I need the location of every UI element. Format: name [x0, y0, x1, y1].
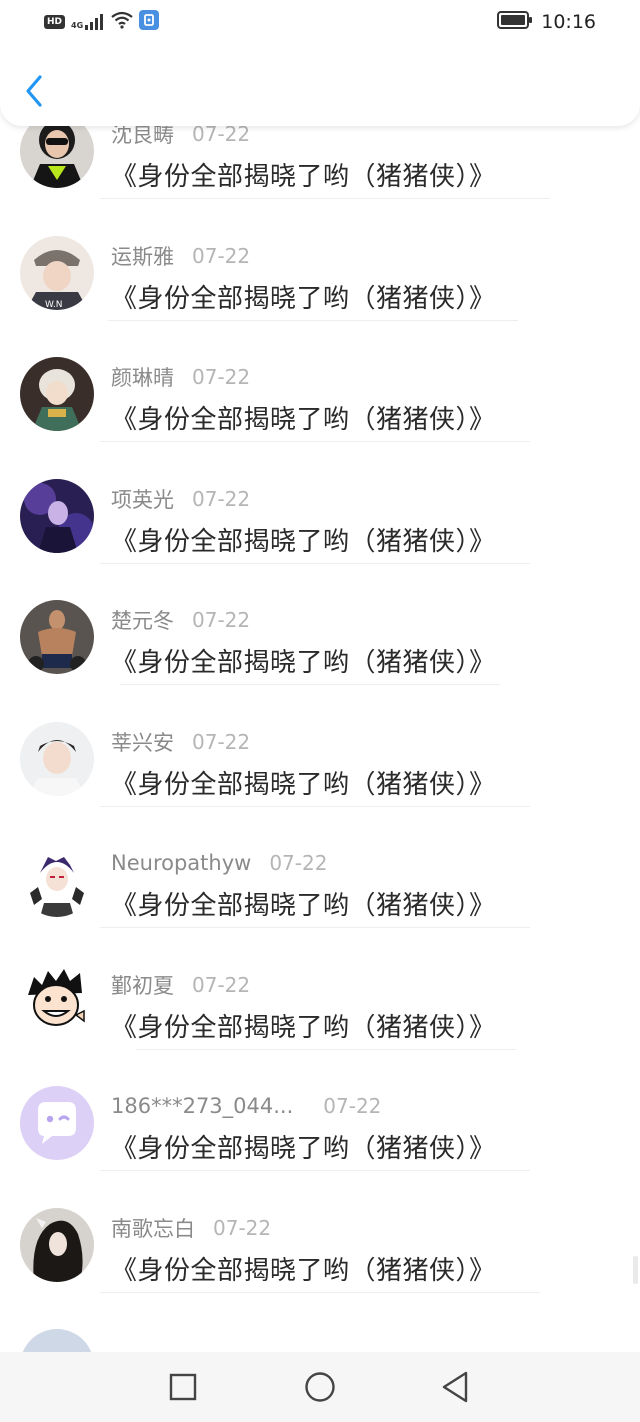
- list-item[interactable]: [0, 1293, 640, 1352]
- username[interactable]: 鄞初夏: [111, 970, 174, 1000]
- avatar[interactable]: [20, 964, 94, 1039]
- avatar[interactable]: [20, 1329, 94, 1352]
- message-text: 《身份全部揭晓了哟（猪猪侠）》: [111, 648, 496, 678]
- list-item[interactable]: Neuropathyw 07-22 《身份全部揭晓了哟（猪猪侠）》: [0, 807, 640, 929]
- wifi-icon: [111, 11, 133, 33]
- battery-icon: [497, 10, 533, 34]
- list-item[interactable]: 颜琳晴 07-22 《身份全部揭晓了哟（猪猪侠）》: [0, 321, 640, 443]
- meta-line: Neuropathyw 07-22: [111, 849, 327, 877]
- comment-list-inner: 沈良畴 07-22 《身份全部揭晓了哟（猪猪侠）》 W.N 运斯雅 07-22 …: [0, 126, 640, 1352]
- meta-line: 莘兴安 07-22: [111, 728, 250, 756]
- date: 07-22: [192, 126, 251, 146]
- list-item[interactable]: W.N 运斯雅 07-22 《身份全部揭晓了哟（猪猪侠）》: [0, 200, 640, 322]
- message-text: 《身份全部揭晓了哟（猪猪侠）》: [111, 769, 496, 800]
- list-item[interactable]: 186***273_044... 07-22 《身份全部揭晓了哟（猪猪侠）》: [0, 1050, 640, 1172]
- username[interactable]: 颜琳晴: [111, 362, 174, 392]
- message-text: 《身份全部揭晓了哟（猪猪侠）》: [111, 1012, 496, 1043]
- meta-line: 186***273_044... 07-22: [111, 1092, 381, 1120]
- meta-line: 颜琳晴 07-22: [111, 363, 250, 391]
- message-text: 《身份全部揭晓了哟（猪猪侠）》: [111, 283, 496, 314]
- message-text: 《身份全部揭晓了哟（猪猪侠）》: [111, 891, 496, 921]
- meta-line: 沈良畴 07-22: [111, 126, 250, 148]
- message-text: 《身份全部揭晓了哟（猪猪侠）》: [111, 1134, 496, 1164]
- date: 07-22: [323, 1094, 382, 1118]
- date: 07-22: [192, 972, 251, 997]
- avatar[interactable]: W.N: [20, 235, 94, 310]
- message-text: 《身份全部揭晓了哟（猪猪侠）》: [111, 1255, 496, 1286]
- list-item[interactable]: 南歌忘白 07-22 《身份全部揭晓了哟（猪猪侠）》: [0, 1172, 640, 1294]
- username[interactable]: 南歌忘白: [111, 1213, 195, 1243]
- date: 07-22: [192, 365, 251, 389]
- network-type-label: 4G: [71, 21, 84, 30]
- avatar[interactable]: [20, 478, 94, 553]
- home-icon: [305, 1372, 335, 1402]
- status-right: 10:16: [497, 9, 596, 35]
- date: 07-22: [213, 1215, 272, 1240]
- avatar[interactable]: [20, 1086, 94, 1160]
- date: 07-22: [192, 608, 251, 632]
- username[interactable]: 楚元冬: [111, 605, 174, 635]
- avatar[interactable]: [20, 600, 94, 674]
- meta-line: 楚元冬 07-22: [111, 606, 250, 634]
- date: 07-22: [192, 486, 251, 511]
- username[interactable]: 186***273_044...: [111, 1094, 293, 1118]
- avatar[interactable]: [20, 843, 94, 917]
- avatar[interactable]: [20, 126, 94, 188]
- status-time: 10:16: [541, 11, 596, 33]
- meta-line: 南歌忘白 07-22: [111, 1214, 271, 1242]
- home-button[interactable]: [300, 1368, 340, 1406]
- svg-text:W.N: W.N: [45, 300, 62, 310]
- meta-line: 鄞初夏 07-22: [111, 971, 250, 999]
- message-text: 《身份全部揭晓了哟（猪猪侠）》: [111, 405, 496, 435]
- signal-icon: 4G: [71, 14, 105, 30]
- back-triangle-icon: [442, 1371, 468, 1403]
- avatar[interactable]: [20, 357, 94, 431]
- back-button[interactable]: [18, 70, 52, 112]
- scrollbar-thumb[interactable]: [633, 1256, 638, 1284]
- list-item[interactable]: 鄞初夏 07-22 《身份全部揭晓了哟（猪猪侠）》: [0, 929, 640, 1051]
- date: 07-22: [269, 851, 328, 875]
- comment-list[interactable]: 沈良畴 07-22 《身份全部揭晓了哟（猪猪侠）》 W.N 运斯雅 07-22 …: [0, 126, 640, 1352]
- meta-line: 项英光 07-22: [111, 485, 250, 513]
- navigation-bar: [0, 1352, 640, 1422]
- meta-line: 运斯雅 07-22: [111, 242, 250, 270]
- screen: 沈良畴 07-22 《身份全部揭晓了哟（猪猪侠）》 W.N 运斯雅 07-22 …: [0, 0, 640, 1422]
- avatar[interactable]: [20, 1207, 94, 1282]
- status-bar: HD 4G 10:16: [0, 0, 640, 44]
- header: HD 4G 10:16: [0, 0, 640, 126]
- username[interactable]: 莘兴安: [111, 727, 174, 757]
- list-item[interactable]: 楚元冬 07-22 《身份全部揭晓了哟（猪猪侠）》: [0, 564, 640, 686]
- chevron-left-icon: [26, 75, 42, 107]
- list-item[interactable]: 项英光 07-22 《身份全部揭晓了哟（猪猪侠）》: [0, 443, 640, 565]
- username[interactable]: Neuropathyw: [111, 851, 251, 875]
- list-item[interactable]: 莘兴安 07-22 《身份全部揭晓了哟（猪猪侠）》: [0, 686, 640, 808]
- date: 07-22: [192, 243, 251, 268]
- message-text: 《身份全部揭晓了哟（猪猪侠）》: [111, 162, 496, 192]
- username[interactable]: 项英光: [111, 484, 174, 514]
- username[interactable]: 运斯雅: [111, 241, 174, 271]
- recent-apps-icon: [169, 1373, 197, 1401]
- recent-apps-button[interactable]: [163, 1368, 203, 1406]
- date: 07-22: [192, 729, 251, 754]
- username[interactable]: 沈良畴: [111, 126, 174, 149]
- vpn-icon: [139, 10, 160, 34]
- status-left: HD 4G: [44, 10, 160, 34]
- hd-icon: HD: [44, 15, 66, 29]
- avatar[interactable]: [20, 721, 94, 796]
- message-text: 《身份全部揭晓了哟（猪猪侠）》: [111, 526, 496, 557]
- list-item[interactable]: 沈良畴 07-22 《身份全部揭晓了哟（猪猪侠）》: [0, 126, 640, 200]
- back-nav-button[interactable]: [435, 1368, 475, 1406]
